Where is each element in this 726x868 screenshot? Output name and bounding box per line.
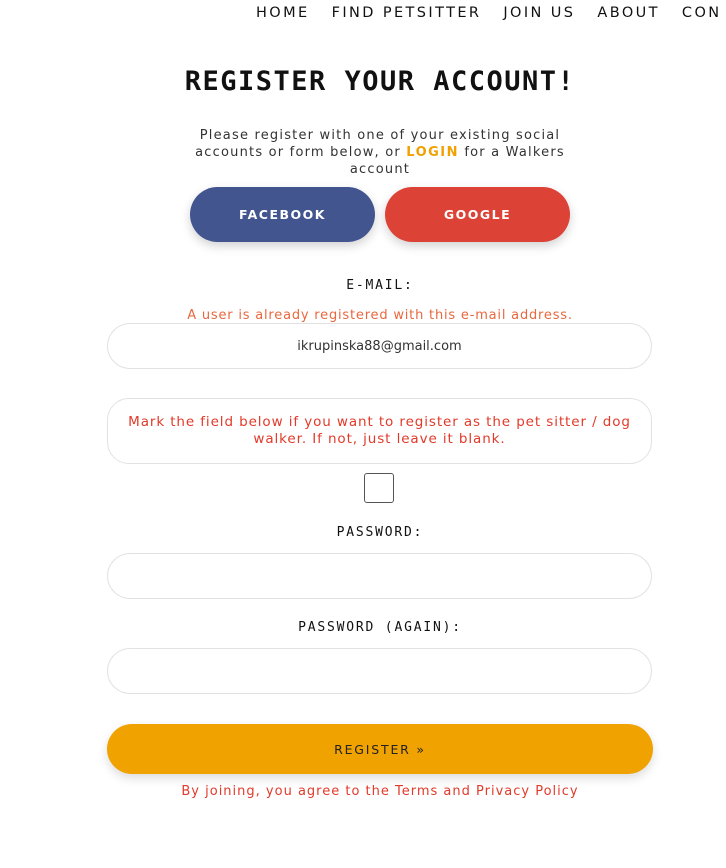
google-button[interactable]: GOOGLE [385,187,570,242]
nav-item-home[interactable]: HOME [256,5,310,21]
page-title: REGISTER YOUR ACCOUNT! [184,66,576,97]
password-field[interactable] [107,553,652,599]
login-link[interactable]: LOGIN [406,145,459,160]
email-error-message: A user is already registered with this e… [187,308,573,323]
intro-text: Please register with one of your existin… [170,127,590,178]
password-again-label: PASSWORD (AGAIN): [298,620,462,635]
petsitter-checkbox[interactable] [364,473,394,503]
facebook-button[interactable]: FACEBOOK [190,187,375,242]
nav-item-find-petsitter[interactable]: FIND PETSITTER [332,5,482,21]
nav-item-contact[interactable]: CON [682,5,722,21]
terms-text: By joining, you agree to the Terms and P… [181,784,579,799]
password-again-field[interactable] [107,648,652,694]
petsitter-notice: Mark the field below if you want to regi… [107,398,652,464]
email-field[interactable] [107,323,652,369]
email-label: E-MAIL: [346,278,414,293]
nav-item-about[interactable]: ABOUT [597,5,660,21]
top-nav: HOME FIND PETSITTER JOIN US ABOUT CON [256,5,726,21]
password-label: PASSWORD: [336,525,424,540]
nav-item-join-us[interactable]: JOIN US [503,5,575,21]
registration-page: HOME FIND PETSITTER JOIN US ABOUT CON REGIST… [0,0,726,868]
register-button[interactable]: REGISTER » [107,724,653,774]
